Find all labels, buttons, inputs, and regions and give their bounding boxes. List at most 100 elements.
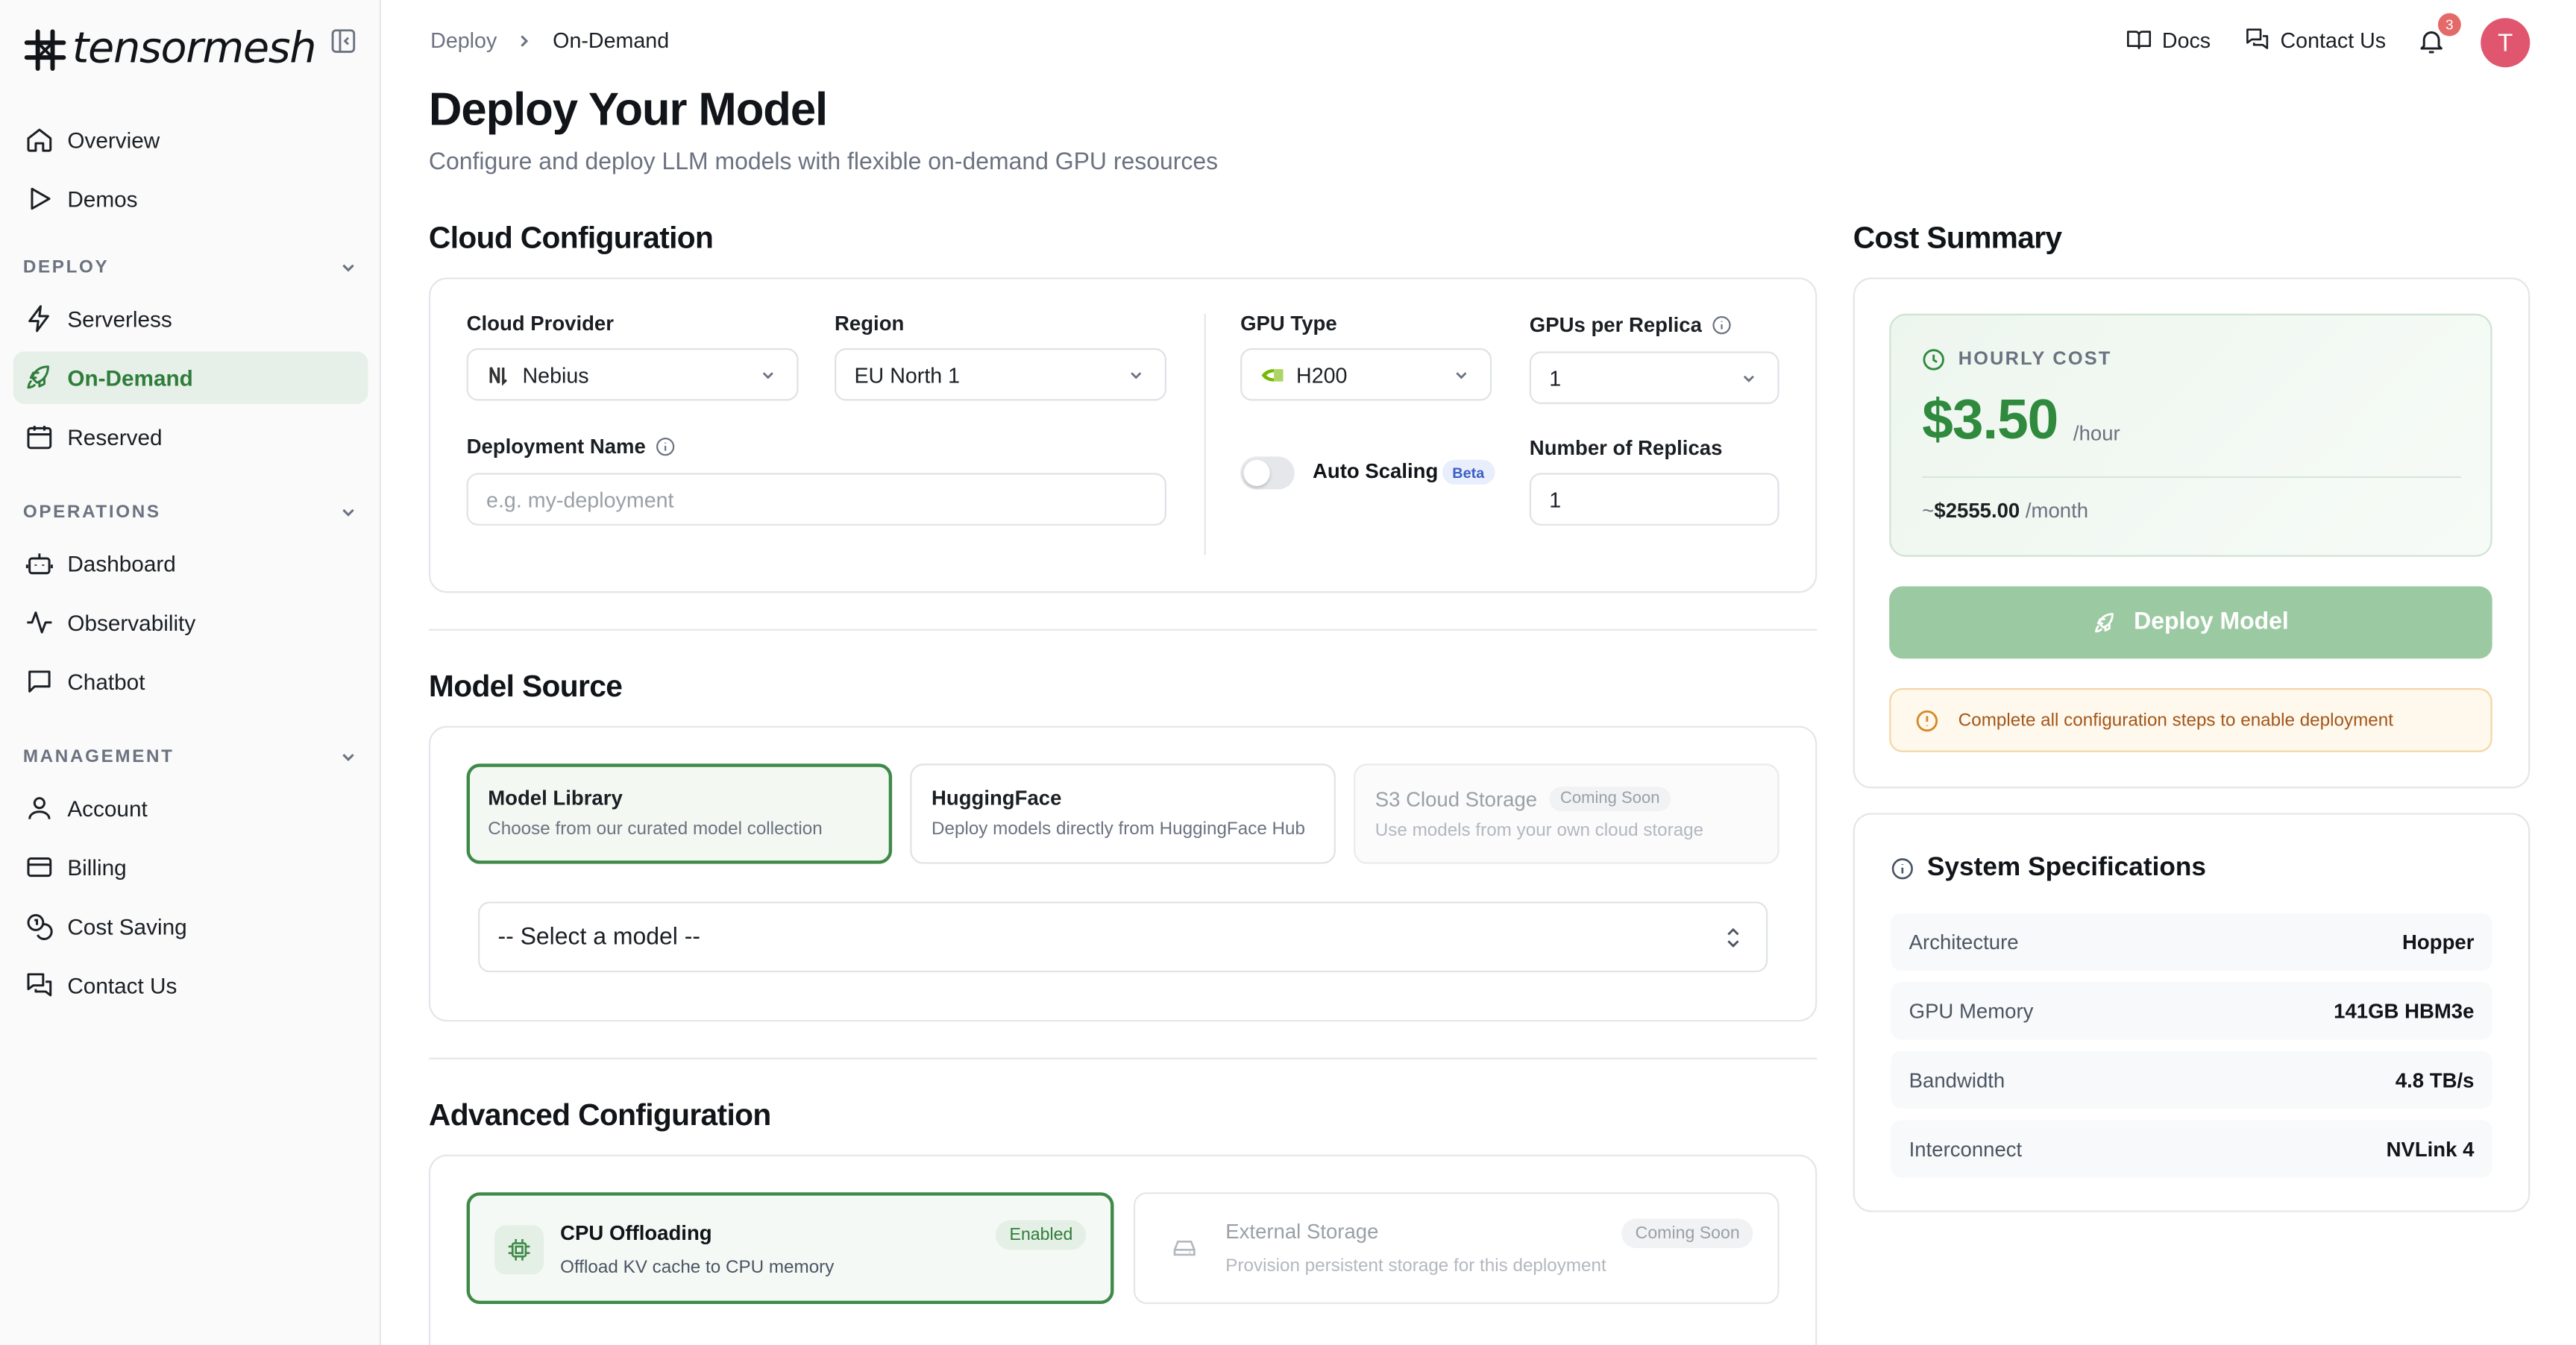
sidebar-item-dashboard[interactable]: Dashboard — [13, 537, 368, 589]
advanced-config-heading: Advanced Configuration — [428, 1097, 771, 1132]
sidebar-item-label: Account — [67, 796, 148, 821]
sidebar-item-label: Observability — [67, 610, 196, 635]
deployment-name-label-text: Deployment Name — [466, 435, 646, 459]
option-desc: Use models from your own cloud storage — [1375, 821, 1704, 841]
docs-label: Docs — [2161, 27, 2211, 52]
sidebar-item-label: Billing — [67, 854, 127, 880]
model-select[interactable]: -- Select a model -- — [478, 901, 1768, 973]
sidebar-collapse-icon[interactable] — [330, 28, 356, 54]
section-operations-header[interactable]: OPERATIONS — [23, 500, 358, 526]
chevron-up-down-icon — [1727, 927, 1739, 948]
sidebar-item-label: On-Demand — [67, 365, 193, 391]
page-subtitle: Configure and deploy LLM models with fle… — [428, 149, 1219, 176]
deploy-model-label: Deploy Model — [2134, 609, 2289, 636]
external-storage-option[interactable]: External Storage Provision persistent st… — [1133, 1192, 1779, 1305]
region-value: EU North 1 — [854, 362, 961, 387]
spec-value: 4.8 TB/s — [2395, 1068, 2475, 1092]
section-management-header[interactable]: MANAGEMENT — [23, 744, 358, 770]
info-icon[interactable] — [656, 437, 675, 456]
spec-value: NVLink 4 — [2386, 1137, 2475, 1161]
section-deploy-header[interactable]: DEPLOY — [23, 254, 358, 280]
spec-row-bandwidth: Bandwidth 4.8 TB/s — [1891, 1051, 2492, 1109]
external-storage-desc: Provision persistent storage for this de… — [1225, 1256, 1606, 1276]
spec-row-architecture: Architecture Hopper — [1891, 913, 2492, 971]
spec-key: GPU Memory — [1909, 999, 2034, 1023]
auto-scaling-label: Auto Scaling — [1313, 459, 1439, 483]
external-storage-title: External Storage — [1225, 1220, 1379, 1244]
gpus-per-replica-value: 1 — [1549, 365, 1562, 391]
storage-icon-box — [1160, 1223, 1209, 1273]
cpu-icon — [508, 1239, 530, 1261]
gpu-type-select[interactable]: H200 — [1240, 347, 1492, 401]
region-label: Region — [835, 312, 904, 336]
deploy-model-button[interactable]: Deploy Model — [1889, 586, 2492, 659]
gpus-per-replica-select[interactable]: 1 — [1529, 351, 1779, 404]
sidebar-item-serverless[interactable]: Serverless — [13, 292, 368, 344]
user-icon — [28, 797, 51, 819]
sidebar-item-cost-saving[interactable]: Cost Saving — [13, 900, 368, 952]
cloud-provider-select[interactable]: Nebius — [466, 347, 799, 401]
sidebar: tensormesh Overview Demos DEPLOY Serverl… — [0, 0, 382, 1345]
deployment-name-input[interactable]: e.g. my-deployment — [466, 473, 1166, 526]
chevron-down-icon — [342, 508, 354, 517]
spec-row-interconnect: Interconnect NVLink 4 — [1891, 1120, 2492, 1178]
hourly-cost-panel: HOURLY COST $3.50 /hour ~$2555.00 /month — [1889, 313, 2492, 557]
model-library-option[interactable]: Model Library Choose from our curated mo… — [466, 763, 893, 864]
monthly-cost: ~$2555.00 /month — [1922, 500, 2088, 523]
model-source-heading: Model Source — [428, 668, 623, 703]
avatar[interactable]: T — [2481, 18, 2531, 68]
option-title: Model Library — [488, 787, 623, 810]
cpu-offloading-title: CPU Offloading — [560, 1221, 712, 1245]
chevron-down-icon — [342, 754, 354, 761]
system-specs-title-text: System Specifications — [1926, 854, 2207, 882]
breadcrumb-on-demand: On-Demand — [553, 28, 670, 53]
option-title: S3 Cloud Storage — [1375, 787, 1538, 811]
contact-us-label: Contact Us — [2280, 27, 2387, 52]
sidebar-item-chatbot[interactable]: Chatbot — [13, 655, 368, 708]
info-icon[interactable] — [1712, 315, 1731, 335]
docs-link[interactable]: Docs — [2126, 26, 2211, 52]
sidebar-item-on-demand[interactable]: On-Demand — [13, 351, 368, 404]
option-title-row: S3 Cloud Storage Coming Soon — [1375, 787, 1758, 812]
home-icon — [27, 128, 52, 152]
book-icon — [2127, 31, 2152, 49]
model-select-value: -- Select a model -- — [497, 924, 701, 951]
cost-summary-heading: Cost Summary — [1853, 220, 2062, 255]
sidebar-item-account[interactable]: Account — [13, 782, 368, 834]
sidebar-item-label: Chatbot — [67, 669, 145, 694]
brand-logo[interactable]: tensormesh — [23, 22, 317, 78]
gpus-per-replica-label-text: GPUs per Replica — [1529, 313, 1702, 337]
s3-cloud-storage-option[interactable]: S3 Cloud Storage Coming Soon Use models … — [1354, 763, 1779, 864]
breadcrumb: Deploy On-Demand — [430, 28, 669, 52]
deployment-name-label: Deployment Name — [467, 435, 676, 459]
sidebar-item-demos[interactable]: Demos — [13, 172, 368, 224]
cpu-offloading-option[interactable]: CPU Offloading Offload KV cache to CPU m… — [466, 1192, 1114, 1305]
sidebar-item-label: Cost Saving — [67, 913, 187, 939]
option-title: HuggingFace — [931, 787, 1062, 810]
beta-badge: Beta — [1442, 459, 1495, 485]
hourly-cost-unit: /hour — [2073, 422, 2120, 445]
hourly-cost-label: HOURLY COST — [1958, 350, 2112, 370]
play-icon — [31, 187, 51, 210]
huggingface-option[interactable]: HuggingFace Deploy models directly from … — [910, 763, 1336, 864]
region-select[interactable]: EU North 1 — [835, 347, 1166, 401]
auto-scaling-toggle[interactable] — [1240, 456, 1295, 490]
hourly-cost-header: HOURLY COST — [1922, 348, 2111, 371]
sidebar-item-reserved[interactable]: Reserved — [13, 411, 368, 463]
system-specs-title: System Specifications — [1891, 854, 2206, 883]
cloud-provider-value: Nebius — [522, 362, 589, 387]
sidebar-item-label: Reserved — [67, 424, 163, 450]
replicas-input[interactable]: 1 — [1529, 473, 1779, 526]
contact-us-link[interactable]: Contact Us — [2244, 26, 2386, 52]
activity-icon — [27, 611, 52, 634]
spec-key: Bandwidth — [1909, 1068, 2005, 1092]
sidebar-item-observability[interactable]: Observability — [13, 596, 368, 649]
region-label-text: Region — [835, 312, 905, 336]
sidebar-item-contact-us[interactable]: Contact Us — [13, 959, 368, 1011]
breadcrumb-deploy[interactable]: Deploy — [430, 28, 497, 52]
option-desc: Choose from our curated model collection — [488, 819, 823, 840]
sidebar-item-label: Contact Us — [67, 973, 178, 998]
sidebar-item-overview[interactable]: Overview — [13, 113, 368, 166]
cloud-provider-label-text: Cloud Provider — [466, 312, 614, 336]
sidebar-item-billing[interactable]: Billing — [13, 841, 368, 893]
